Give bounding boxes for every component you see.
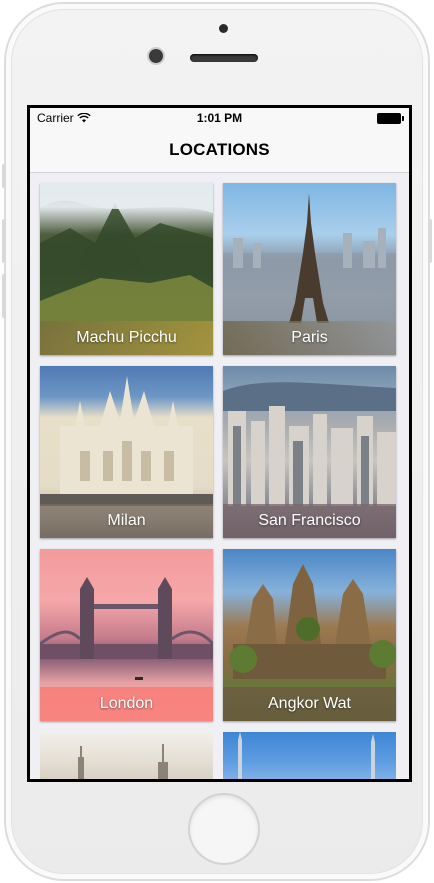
mute-switch — [2, 164, 6, 188]
tile-label: London — [40, 687, 213, 721]
home-button[interactable] — [190, 795, 258, 863]
skyline-shape — [78, 744, 168, 779]
volume-down-button — [2, 274, 6, 318]
navigation-bar: LOCATIONS — [30, 128, 409, 173]
partial-right-photo — [223, 732, 396, 779]
proximity-sensor — [219, 24, 228, 33]
page-title: LOCATIONS — [169, 140, 270, 159]
partial-left-photo — [40, 732, 213, 779]
status-bar: Carrier 1:01 PM — [30, 108, 409, 128]
tile-label: Paris — [223, 321, 396, 355]
tile-label: Machu Picchu — [40, 321, 213, 355]
location-tile-london[interactable]: London — [40, 549, 213, 721]
location-tile-san-francisco[interactable]: San Francisco — [223, 366, 396, 538]
locations-grid[interactable]: Machu Picchu Paris Milan San Francisco L… — [30, 173, 409, 779]
power-button — [428, 219, 432, 263]
front-camera-icon — [149, 49, 163, 63]
location-tile-angkor-wat[interactable]: Angkor Wat — [223, 549, 396, 721]
location-tile-partial-right[interactable] — [223, 732, 396, 779]
minaret-shape — [238, 732, 375, 779]
location-tile-machu-picchu[interactable]: Machu Picchu — [40, 183, 213, 355]
location-tile-partial-left[interactable] — [40, 732, 213, 779]
volume-up-button — [2, 219, 6, 263]
status-time: 1:01 PM — [196, 111, 243, 125]
battery-icon — [377, 113, 404, 124]
earpiece-speaker — [190, 54, 258, 62]
tile-label: Milan — [40, 504, 213, 538]
location-tile-paris[interactable]: Paris — [223, 183, 396, 355]
app-screen: Carrier 1:01 PM LOCATIONS Machu Picchu P… — [27, 105, 412, 782]
tile-label: San Francisco — [223, 504, 396, 538]
location-tile-milan[interactable]: Milan — [40, 366, 213, 538]
tile-label: Angkor Wat — [223, 687, 396, 721]
